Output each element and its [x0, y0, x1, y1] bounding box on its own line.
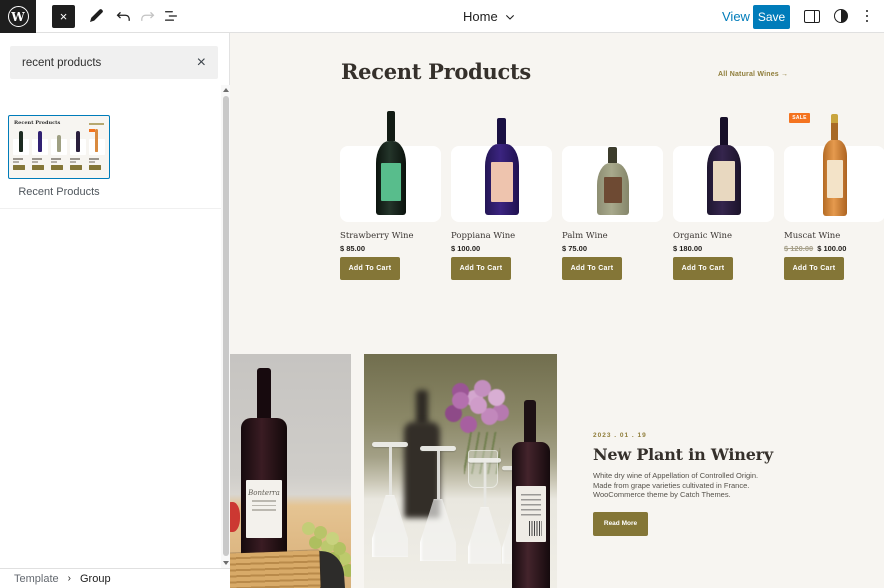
wordpress-w-icon: W	[8, 6, 29, 27]
sidebar-divider	[0, 208, 221, 209]
add-to-cart-button[interactable]: Add To Cart	[562, 257, 622, 280]
bottle-label	[516, 486, 546, 542]
wine-bottle-image	[485, 118, 519, 215]
photo-wine-bottle-grapes[interactable]: Bonterra	[230, 354, 351, 588]
bottle-neck-shape	[257, 368, 271, 424]
post-title[interactable]: New Plant in Winery	[593, 445, 833, 464]
product-name: Strawberry Wine	[340, 231, 414, 241]
breadcrumb: Template › Group	[0, 568, 230, 588]
crackers-shape	[230, 550, 321, 588]
old-price: $ 120.00	[784, 244, 813, 253]
photo-wine-glasses-flowers[interactable]	[364, 354, 557, 588]
wordpress-site-editor: W × Home	[0, 0, 884, 588]
add-to-cart-button[interactable]: Add To Cart	[451, 257, 511, 280]
redo-icon	[138, 7, 157, 26]
product-card-poppiana-wine[interactable]: Poppiana Wine $ 100.00 Add To Cart	[451, 111, 552, 281]
close-icon: ×	[60, 10, 68, 23]
add-to-cart-button[interactable]: Add To Cart	[340, 257, 400, 280]
excerpt-line: Made from grape varieties cultivated in …	[593, 481, 833, 491]
product-price: $ 85.00	[340, 244, 365, 253]
product-name: Muscat Wine	[784, 231, 840, 241]
breadcrumb-group[interactable]: Group	[80, 573, 111, 585]
view-link[interactable]: View	[722, 0, 750, 33]
close-inserter-button[interactable]: ×	[52, 5, 75, 28]
options-menu-button[interactable]	[855, 4, 879, 28]
wine-bottle-image	[376, 111, 406, 215]
product-name: Palm Wine	[562, 231, 608, 241]
read-more-button[interactable]: Read More	[593, 512, 648, 536]
strawberry-shape	[230, 502, 240, 532]
grapes-shape	[302, 522, 315, 535]
product-card-palm-wine[interactable]: Palm Wine $ 75.00 Add To Cart	[562, 111, 663, 281]
bottle-label-text: Bonterra	[248, 489, 280, 497]
document-title: Home	[463, 9, 498, 24]
wine-bottle-image	[707, 117, 741, 215]
product-price: $ 75.00	[562, 244, 587, 253]
product-price: $ 180.00	[673, 244, 702, 253]
bottle-neck-shape	[524, 400, 536, 448]
wordpress-logo[interactable]: W	[0, 0, 36, 33]
breadcrumb-separator-icon: ›	[68, 573, 71, 584]
blog-post-block[interactable]: 2023 . 01 . 19 New Plant in Winery White…	[593, 432, 833, 536]
barcode-shape	[529, 521, 542, 536]
excerpt-line: WooCommerce theme by Catch Themes.	[593, 490, 833, 500]
product-card-organic-wine[interactable]: Organic Wine $ 180.00 Add To Cart	[673, 111, 774, 281]
new-price: $ 100.00	[817, 244, 846, 253]
product-price: $ 120.00 $ 100.00	[784, 244, 846, 253]
list-view-icon	[162, 7, 180, 25]
purple-flowers-shape	[452, 392, 469, 409]
search-input[interactable]	[22, 57, 197, 69]
pattern-result-label: Recent Products	[0, 186, 118, 198]
breadcrumb-template[interactable]: Template	[14, 573, 59, 585]
redo-button-disabled[interactable]	[135, 4, 159, 28]
sidebar-scrollbar[interactable]	[221, 85, 230, 568]
edit-mode-button[interactable]	[84, 4, 108, 28]
wine-bottle-image	[823, 114, 847, 216]
product-price: $ 100.00	[451, 244, 480, 253]
undo-icon	[114, 7, 133, 26]
mini-product-row	[13, 129, 105, 175]
product-name: Poppiana Wine	[451, 231, 515, 241]
scrollbar-thumb[interactable]	[223, 96, 229, 556]
pattern-search-box[interactable]: ×	[10, 46, 218, 79]
sidebar-panel-icon	[804, 10, 820, 23]
post-date: 2023 . 01 . 19	[593, 432, 833, 439]
post-excerpt: White dry wine of Appellation of Control…	[593, 471, 833, 500]
scrollbar-down-icon[interactable]	[221, 558, 230, 568]
inserter-sidebar: × Recent Products Recent Products Templa…	[0, 33, 230, 588]
pattern-result-thumbnail[interactable]: Recent Products	[8, 115, 110, 179]
pencil-icon	[87, 7, 105, 25]
chevron-down-icon	[502, 9, 518, 25]
add-to-cart-button[interactable]: Add To Cart	[673, 257, 733, 280]
scrollbar-up-icon[interactable]	[221, 85, 230, 95]
product-card-muscat-wine[interactable]: SALE Muscat Wine $ 120.00 $ 100.00 Add To…	[784, 111, 884, 281]
excerpt-line: White dry wine of Appellation of Control…	[593, 471, 833, 481]
blurred-bottle-neck	[416, 390, 428, 426]
editor-canvas[interactable]: Recent Products All Natural Wines → Stra…	[230, 33, 884, 588]
sale-badge: SALE	[789, 113, 810, 123]
document-switcher[interactable]: Home	[463, 0, 518, 33]
bottle-label: Bonterra	[246, 480, 282, 538]
half-circle-styles-icon	[834, 9, 848, 23]
list-view-button[interactable]	[159, 4, 183, 28]
mini-section-title: Recent Products	[14, 120, 60, 126]
save-button[interactable]: Save	[753, 5, 790, 29]
wine-bottle-image	[597, 147, 629, 215]
product-name: Organic Wine	[673, 231, 732, 241]
add-to-cart-button[interactable]: Add To Cart	[784, 257, 844, 280]
all-natural-wines-link[interactable]: All Natural Wines →	[718, 71, 788, 78]
product-card-strawberry-wine[interactable]: Strawberry Wine $ 85.00 Add To Cart	[340, 111, 441, 281]
ellipsis-icon	[866, 10, 869, 23]
styles-button[interactable]	[829, 4, 853, 28]
settings-sidebar-toggle[interactable]	[800, 4, 824, 28]
undo-button[interactable]	[111, 4, 135, 28]
mini-link-bar	[89, 123, 104, 125]
clear-search-icon[interactable]: ×	[197, 55, 206, 71]
editor-topbar: W × Home	[0, 0, 884, 33]
recent-products-heading[interactable]: Recent Products	[341, 59, 531, 84]
